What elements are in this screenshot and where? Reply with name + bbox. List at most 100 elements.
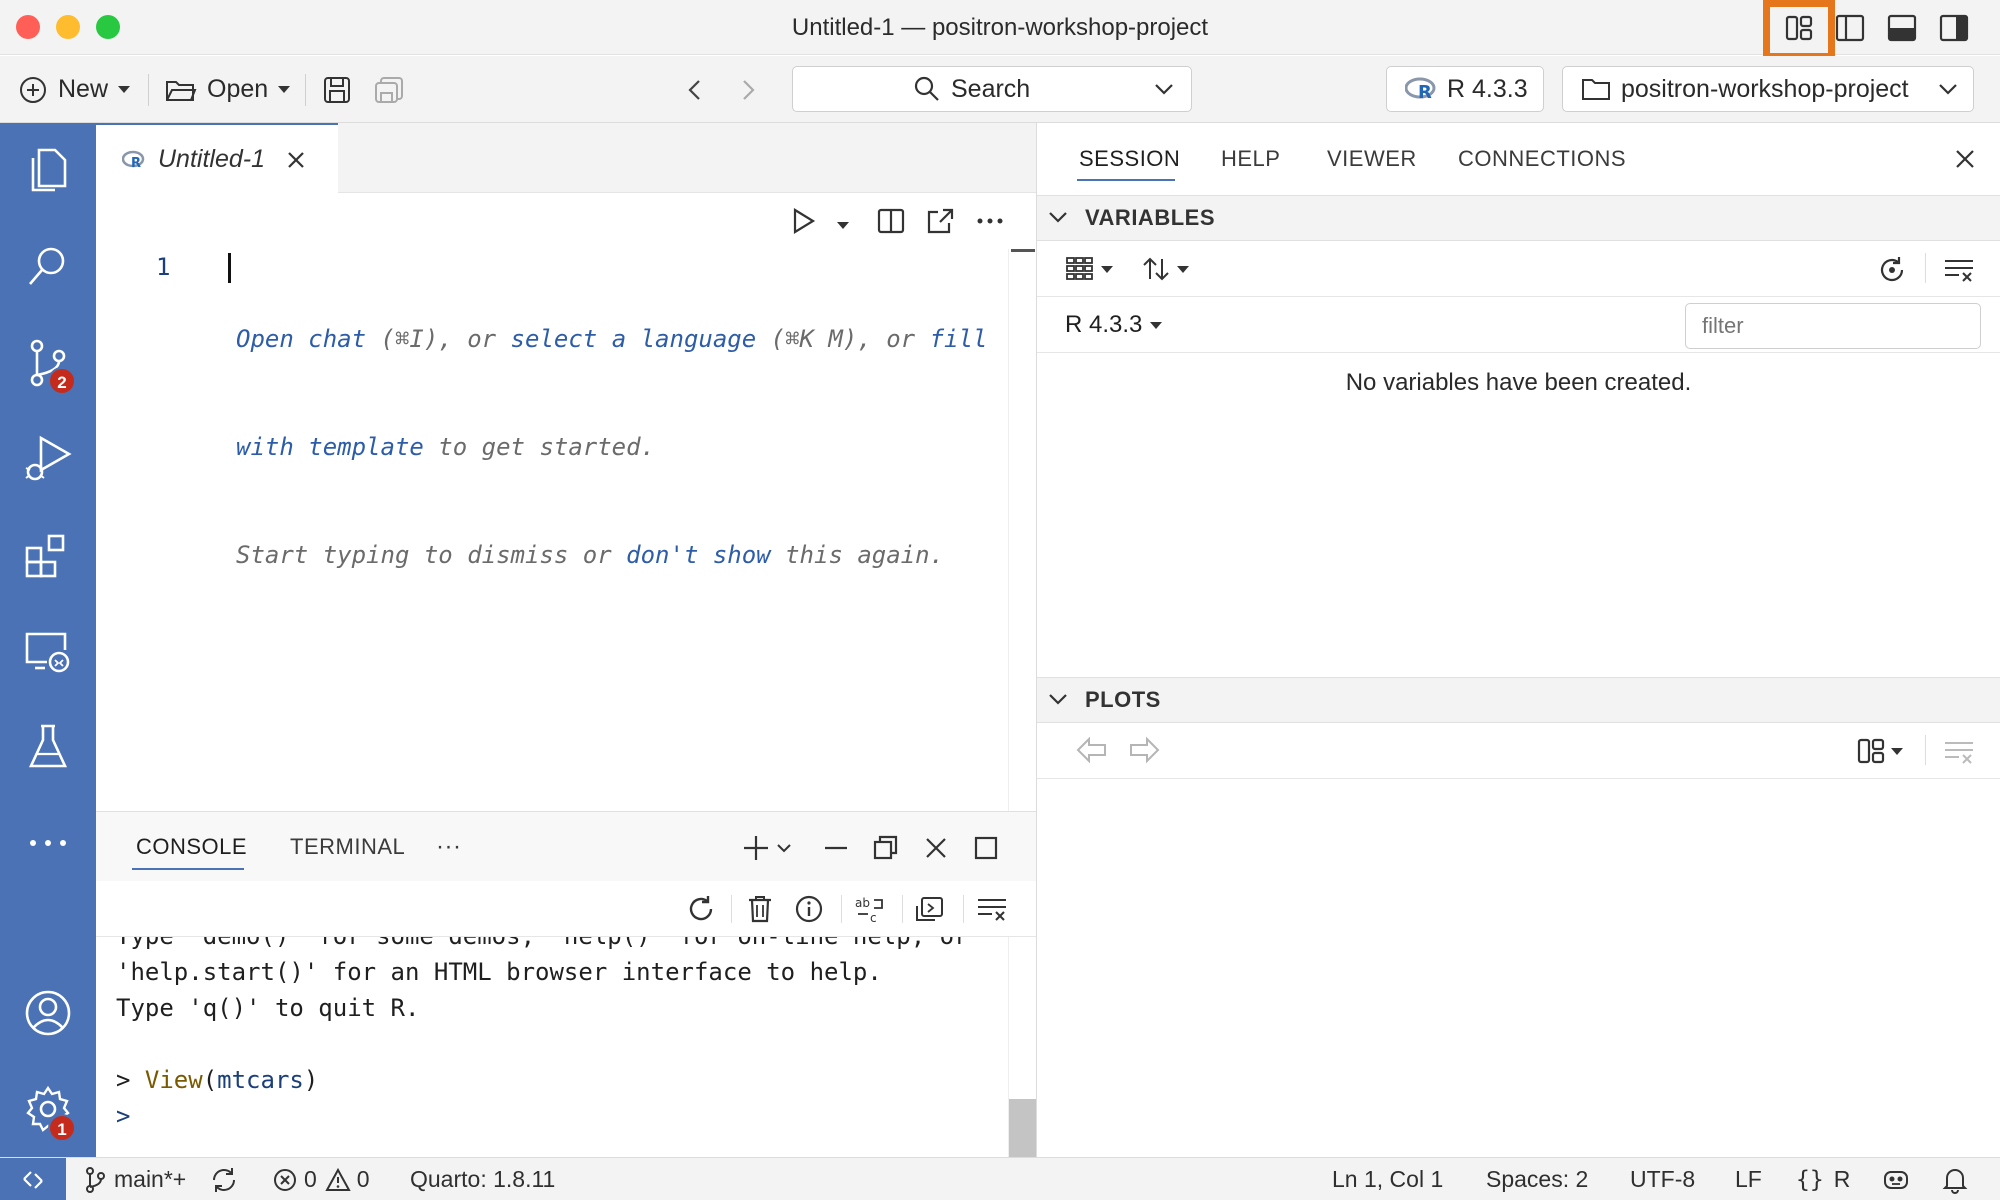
- save-button[interactable]: [322, 56, 352, 123]
- minimize-panel-button[interactable]: [822, 834, 850, 862]
- open-in-new-window-button[interactable]: [927, 207, 955, 235]
- scrollbar-thumb[interactable]: [1009, 1099, 1036, 1157]
- console-prompt[interactable]: >: [116, 1098, 130, 1134]
- toggle-primary-sidebar-button[interactable]: [1827, 8, 1873, 48]
- variables-filter-input[interactable]: [1685, 303, 1981, 349]
- tab-help[interactable]: HELP: [1221, 123, 1280, 195]
- variables-empty-message: No variables have been created.: [1345, 369, 1692, 396]
- more-tabs-button[interactable]: ···: [436, 812, 461, 882]
- caret-down-icon: [1150, 321, 1163, 329]
- run-button[interactable]: [790, 206, 816, 236]
- go-back-button[interactable]: [685, 56, 705, 123]
- refresh-variables-button[interactable]: [1877, 255, 1907, 285]
- svg-text:R: R: [131, 156, 141, 170]
- accounts-button[interactable]: [0, 965, 96, 1061]
- source-control-button[interactable]: 2: [0, 315, 96, 411]
- sync-button[interactable]: [210, 1158, 238, 1200]
- tab-connections[interactable]: CONNECTIONS: [1458, 123, 1626, 195]
- restart-console-button[interactable]: [686, 894, 716, 924]
- clear-console-button[interactable]: [976, 894, 1008, 924]
- split-editor-button[interactable]: [877, 207, 905, 235]
- copilot-status[interactable]: [1882, 1158, 1910, 1200]
- dont-show-link[interactable]: don't show: [626, 541, 771, 569]
- open-chat-link[interactable]: Open chat: [236, 325, 366, 353]
- new-console-button[interactable]: [742, 834, 796, 862]
- cursor-position[interactable]: Ln 1, Col 1: [1332, 1158, 1443, 1200]
- problems-status[interactable]: 0 0: [272, 1158, 370, 1200]
- command-center-search[interactable]: Search: [792, 66, 1192, 112]
- console-info-button[interactable]: [794, 894, 824, 924]
- console-line: Type 'demo()' for some demos, 'help()' f…: [116, 937, 969, 954]
- tab-console[interactable]: CONSOLE: [132, 812, 247, 882]
- interpreter-selector[interactable]: R R 4.3.3: [1386, 66, 1544, 112]
- editor-body[interactable]: 1 Open chat (⌘I), or select a language (…: [96, 249, 1036, 811]
- quarto-version[interactable]: Quarto: 1.8.11: [410, 1158, 555, 1200]
- fill-with-template-link[interactable]: fill: [930, 325, 988, 353]
- sidebar-left-icon: [1835, 14, 1865, 42]
- run-debug-button[interactable]: [0, 411, 96, 507]
- project-selector[interactable]: positron-workshop-project: [1562, 66, 1974, 112]
- variables-session-selector[interactable]: R 4.3.3: [1065, 297, 1163, 353]
- close-secondary-sidebar-button[interactable]: [1953, 147, 1977, 171]
- arrow-right-icon: [1130, 736, 1160, 764]
- tab-viewer-label: VIEWER: [1327, 146, 1417, 171]
- clear-all-icon: [1945, 260, 1973, 282]
- maximize-panel-button[interactable]: [972, 834, 1000, 862]
- refresh-icon: [1880, 257, 1904, 282]
- restore-panel-button[interactable]: [872, 834, 900, 862]
- extensions-button[interactable]: [0, 507, 96, 603]
- close-icon[interactable]: [285, 149, 307, 171]
- search-view-button[interactable]: [0, 219, 96, 315]
- select-language-link[interactable]: select a language: [511, 325, 757, 353]
- open-button[interactable]: Open: [165, 56, 291, 123]
- more-icon: [30, 840, 66, 846]
- show-history-button[interactable]: [914, 894, 946, 924]
- more-actions-button[interactable]: [976, 207, 1004, 235]
- close-panel-button[interactable]: [922, 834, 950, 862]
- git-branch-status[interactable]: main*+: [84, 1158, 186, 1200]
- variables-section-header[interactable]: VARIABLES: [1037, 195, 2000, 241]
- indentation[interactable]: Spaces: 2: [1486, 1158, 1588, 1200]
- tab-terminal[interactable]: TERMINAL: [290, 812, 405, 882]
- delete-console-button[interactable]: [746, 894, 774, 924]
- new-button[interactable]: New: [18, 56, 131, 123]
- explorer-button[interactable]: [0, 123, 96, 219]
- remote-indicator[interactable]: [0, 1158, 66, 1200]
- toggle-panel-button[interactable]: [1879, 8, 1925, 48]
- previous-plot-button[interactable]: [1075, 735, 1109, 765]
- clear-variables-button[interactable]: [1943, 255, 1975, 285]
- status-bar: main*+ 0 0 Quarto: 1.8.11 Ln 1, Col 1 Sp…: [0, 1157, 2000, 1200]
- toggle-word-wrap-button[interactable]: ab c: [854, 894, 886, 924]
- notifications-button[interactable]: [1942, 1158, 1968, 1200]
- console-line: Type 'q()' to quit R.: [116, 994, 420, 1022]
- clear-plots-button[interactable]: [1943, 737, 1975, 767]
- language-mode[interactable]: {} R: [1796, 1158, 1850, 1200]
- toggle-secondary-sidebar-button[interactable]: [1931, 8, 1977, 48]
- save-all-button[interactable]: [373, 56, 405, 123]
- run-options-dropdown[interactable]: [837, 216, 849, 234]
- next-plot-button[interactable]: [1127, 735, 1161, 765]
- plot-layout-button[interactable]: [1857, 737, 1903, 765]
- fill-with-template-link[interactable]: with template: [236, 433, 424, 461]
- variables-sort-button[interactable]: [1141, 255, 1189, 283]
- variables-grouping-button[interactable]: [1065, 255, 1113, 283]
- tab-viewer[interactable]: VIEWER: [1327, 123, 1417, 195]
- editor-actions: [96, 193, 1036, 249]
- error-icon: [274, 1168, 296, 1191]
- testing-button[interactable]: [0, 699, 96, 795]
- tab-session[interactable]: SESSION: [1077, 123, 1180, 195]
- remote-explorer-button[interactable]: [0, 603, 96, 699]
- plots-section-header[interactable]: PLOTS: [1037, 677, 2000, 723]
- warning-count: 0: [356, 1166, 370, 1192]
- manage-button[interactable]: 1: [0, 1061, 96, 1157]
- copilot-icon: [1884, 1170, 1908, 1189]
- console-output[interactable]: Type 'demo()' for some demos, 'help()' f…: [96, 937, 1036, 1157]
- go-forward-button[interactable]: [738, 56, 758, 123]
- end-of-line[interactable]: LF: [1735, 1158, 1762, 1200]
- console-scrollbar[interactable]: [1008, 937, 1036, 1157]
- editor-tab-untitled[interactable]: R Untitled-1: [96, 123, 338, 194]
- encoding[interactable]: UTF-8: [1630, 1158, 1695, 1200]
- arrow-left-icon: [1076, 736, 1106, 764]
- editor-scrollbar[interactable]: [1008, 249, 1036, 811]
- more-views-button[interactable]: [0, 795, 96, 891]
